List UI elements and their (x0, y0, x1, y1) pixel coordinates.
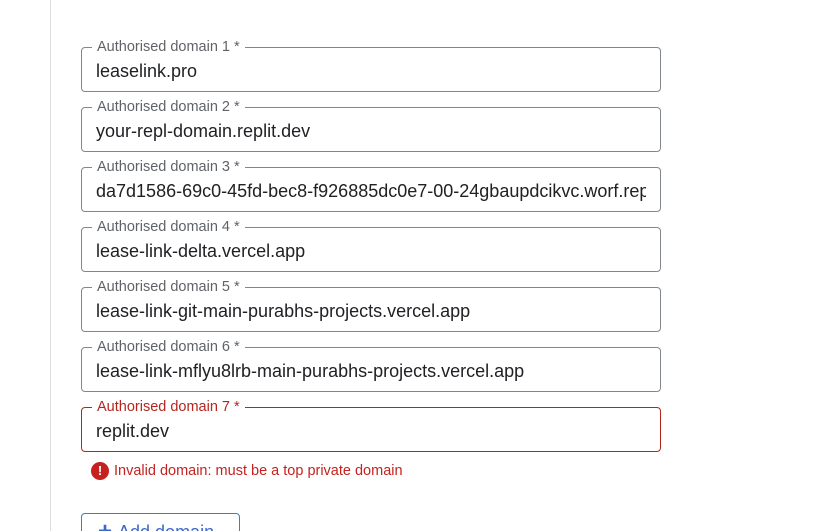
domain-error-message: ! Invalid domain: must be a top private … (91, 461, 403, 481)
authorised-domain-4-input[interactable]: lease-link-delta.vercel.app (96, 240, 646, 262)
authorised-domain-6-field[interactable]: Authorised domain 6 * lease-link-mflyu8l… (81, 338, 661, 392)
authorised-domain-2-input[interactable]: your-repl-domain.replit.dev (96, 120, 646, 142)
authorised-domain-7-label: Authorised domain 7 * (92, 398, 245, 416)
left-divider (50, 0, 51, 531)
authorised-domain-7-field[interactable]: Authorised domain 7 * replit.dev (81, 398, 661, 452)
add-domain-button[interactable]: + Add domain (81, 513, 240, 531)
authorised-domain-4-label: Authorised domain 4 * (92, 218, 245, 236)
authorised-domain-7-input[interactable]: replit.dev (96, 420, 646, 442)
authorised-domain-3-label: Authorised domain 3 * (92, 158, 245, 176)
authorised-domain-6-input[interactable]: lease-link-mflyu8lrb-main-purabhs-projec… (96, 360, 646, 382)
authorised-domain-5-input[interactable]: lease-link-git-main-purabhs-projects.ver… (96, 300, 646, 322)
authorised-domain-3-input[interactable]: da7d1586-69c0-45fd-bec8-f926885dc0e7-00-… (96, 180, 646, 202)
authorised-domain-4-field[interactable]: Authorised domain 4 * lease-link-delta.v… (81, 218, 661, 272)
authorised-domains-page: Authorised domain 1 * leaselink.pro Auth… (0, 0, 832, 531)
authorised-domain-5-field[interactable]: Authorised domain 5 * lease-link-git-mai… (81, 278, 661, 332)
plus-icon: + (98, 520, 112, 531)
authorised-domain-2-label: Authorised domain 2 * (92, 98, 245, 116)
error-text: Invalid domain: must be a top private do… (114, 463, 403, 479)
authorised-domain-1-input[interactable]: leaselink.pro (96, 60, 646, 82)
error-icon: ! (91, 462, 109, 480)
authorised-domain-2-field[interactable]: Authorised domain 2 * your-repl-domain.r… (81, 98, 661, 152)
authorised-domain-1-field[interactable]: Authorised domain 1 * leaselink.pro (81, 38, 661, 92)
authorised-domain-3-field[interactable]: Authorised domain 3 * da7d1586-69c0-45fd… (81, 158, 661, 212)
authorised-domain-6-label: Authorised domain 6 * (92, 338, 245, 356)
authorised-domain-5-label: Authorised domain 5 * (92, 278, 245, 296)
add-domain-label: Add domain (118, 521, 214, 531)
authorised-domain-1-label: Authorised domain 1 * (92, 38, 245, 56)
